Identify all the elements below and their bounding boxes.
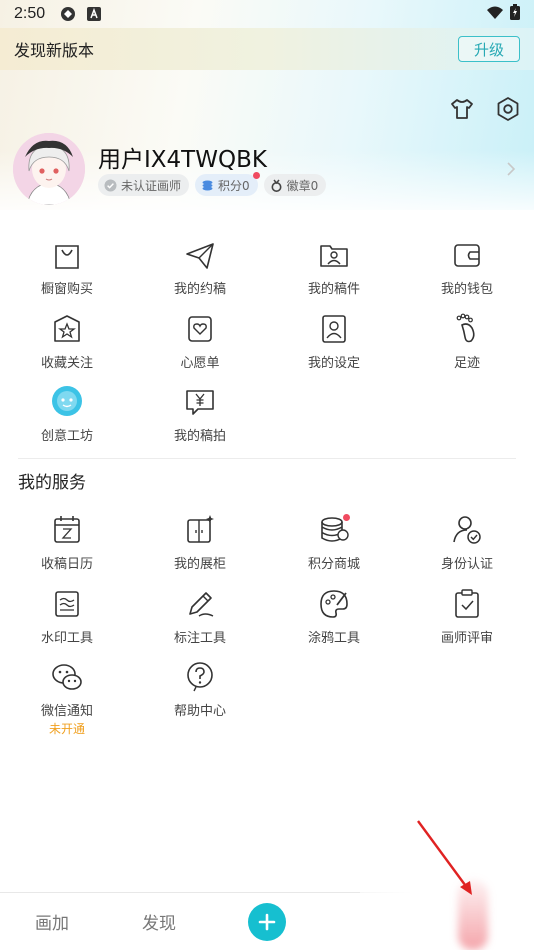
service-item-label: 涂鸦工具 bbox=[307, 631, 360, 646]
medal-icon bbox=[271, 179, 282, 192]
shopping-bag-icon bbox=[55, 245, 79, 269]
service-item-label: 积分商城 bbox=[307, 557, 360, 572]
service-item-label: 帮助中心 bbox=[173, 704, 226, 719]
menu-item-settings[interactable]: 我的设定 bbox=[279, 312, 389, 371]
points-badge[interactable]: 积分0 bbox=[195, 172, 260, 196]
certified-badge-label: 未认证画师 bbox=[121, 178, 182, 193]
menu-item-auction[interactable]: 我的稿拍 bbox=[145, 385, 255, 444]
service-item-label: 微信通知 bbox=[40, 704, 93, 719]
update-banner: 发现新版本 升级 bbox=[0, 28, 534, 70]
service-item-label: 我的展柜 bbox=[173, 557, 226, 572]
service-item-showcase[interactable]: 我的展柜 bbox=[145, 513, 255, 572]
profile-badges: 未认证画师 积分0 徽章0 bbox=[98, 172, 327, 196]
menu-item-commissions[interactable]: 我的约稿 bbox=[145, 238, 255, 297]
portrait-icon bbox=[322, 315, 346, 343]
help-icon bbox=[187, 662, 213, 692]
username[interactable]: 用户IX4TWQBK bbox=[98, 140, 267, 174]
status-bar: 2:50 bbox=[0, 0, 534, 28]
calendar-icon bbox=[54, 516, 80, 543]
certified-badge[interactable]: 未认证画师 bbox=[98, 174, 190, 196]
medals-badge[interactable]: 徽章0 bbox=[263, 174, 327, 196]
service-item-points-mall[interactable]: 积分商城 bbox=[279, 513, 389, 572]
menu-item-wallet[interactable]: 我的钱包 bbox=[412, 238, 522, 297]
menu-item-label: 心愿单 bbox=[180, 356, 220, 371]
menu-item-label: 我的钱包 bbox=[440, 282, 493, 297]
yen-board-icon bbox=[186, 390, 214, 415]
menu-item-label: 收藏关注 bbox=[40, 356, 93, 371]
divider bbox=[18, 458, 516, 459]
upgrade-button[interactable]: 升级 bbox=[458, 36, 520, 62]
footprint-icon bbox=[456, 313, 475, 343]
chevron-right-icon[interactable] bbox=[505, 160, 517, 178]
service-item-annotate[interactable]: 标注工具 bbox=[145, 587, 255, 646]
menu-item-favorites[interactable]: 收藏关注 bbox=[12, 312, 122, 371]
plus-icon bbox=[258, 913, 276, 931]
menu-item-label: 足迹 bbox=[453, 356, 480, 371]
annotation-arrow-icon bbox=[417, 820, 472, 895]
pen-icon bbox=[189, 592, 214, 617]
create-button[interactable] bbox=[248, 903, 286, 941]
coins-icon bbox=[321, 514, 350, 542]
services-title: 我的服务 bbox=[18, 473, 86, 493]
service-item-wechat[interactable]: 微信通知 未开通 bbox=[12, 660, 122, 737]
menu-item-manuscripts[interactable]: 我的稿件 bbox=[279, 238, 389, 297]
showcase-icon bbox=[187, 515, 214, 543]
service-item-doodle[interactable]: 涂鸦工具 bbox=[279, 587, 389, 646]
paper-plane-icon bbox=[186, 243, 214, 269]
folder-user-icon bbox=[320, 245, 348, 267]
sync-icon bbox=[59, 5, 77, 23]
star-box-icon bbox=[54, 315, 80, 342]
service-item-label: 画师评审 bbox=[440, 631, 493, 646]
tab-huajia[interactable]: 画加 bbox=[35, 909, 69, 934]
menu-item-shop[interactable]: 橱窗购买 bbox=[12, 238, 122, 297]
menu-item-label: 我的设定 bbox=[307, 356, 360, 371]
coins-stack-icon bbox=[202, 180, 213, 190]
tab-discover[interactable]: 发现 bbox=[142, 909, 176, 934]
notification-dot bbox=[252, 172, 260, 179]
service-item-label: 水印工具 bbox=[40, 631, 93, 646]
clipboard-check-icon bbox=[455, 589, 479, 618]
menu-item-footprint[interactable]: 足迹 bbox=[412, 312, 522, 371]
user-verify-icon bbox=[453, 516, 481, 544]
notification-a-icon bbox=[85, 5, 103, 23]
medals-badge-label: 徽章0 bbox=[286, 178, 319, 193]
tshirt-icon[interactable] bbox=[449, 96, 475, 122]
service-item-label: 标注工具 bbox=[173, 631, 226, 646]
menu-item-label: 橱窗购买 bbox=[40, 282, 93, 297]
wechat-status: 未开通 bbox=[48, 722, 85, 736]
shield-check-icon bbox=[104, 179, 117, 191]
service-item-watermark[interactable]: 水印工具 bbox=[12, 587, 122, 646]
heart-list-icon bbox=[188, 316, 212, 342]
menu-item-workshop[interactable]: 创意工坊 bbox=[12, 385, 122, 444]
menu-item-label: 我的约稿 bbox=[173, 282, 226, 297]
status-time: 2:50 bbox=[14, 5, 46, 22]
app-page: 2:50 发现新版本 升级 用户IX4TWQBK 未认证画师 积分0 徽章0 橱… bbox=[0, 0, 534, 950]
service-item-calendar[interactable]: 收稿日历 bbox=[12, 513, 122, 572]
watermark-icon bbox=[55, 591, 79, 617]
service-item-identity[interactable]: 身份认证 bbox=[412, 513, 522, 572]
menu-item-label: 创意工坊 bbox=[40, 429, 93, 444]
wallet-icon bbox=[454, 244, 480, 267]
avatar[interactable] bbox=[13, 133, 85, 205]
battery-icon bbox=[510, 4, 520, 24]
settings-icon[interactable] bbox=[495, 96, 521, 122]
service-item-review[interactable]: 画师评审 bbox=[412, 587, 522, 646]
menu-item-wishlist[interactable]: 心愿单 bbox=[145, 312, 255, 371]
wechat-icon bbox=[52, 664, 82, 690]
creative-blob-icon bbox=[52, 386, 82, 416]
menu-item-label: 我的稿件 bbox=[307, 282, 360, 297]
points-badge-label: 积分0 bbox=[218, 178, 250, 193]
service-item-help[interactable]: 帮助中心 bbox=[145, 660, 255, 719]
wifi-icon bbox=[486, 5, 504, 24]
menu-item-label: 我的稿拍 bbox=[173, 429, 226, 444]
service-item-label: 身份认证 bbox=[440, 557, 493, 572]
palette-icon bbox=[320, 590, 348, 618]
service-item-label: 收稿日历 bbox=[40, 557, 93, 572]
update-banner-text: 发现新版本 bbox=[14, 41, 95, 60]
